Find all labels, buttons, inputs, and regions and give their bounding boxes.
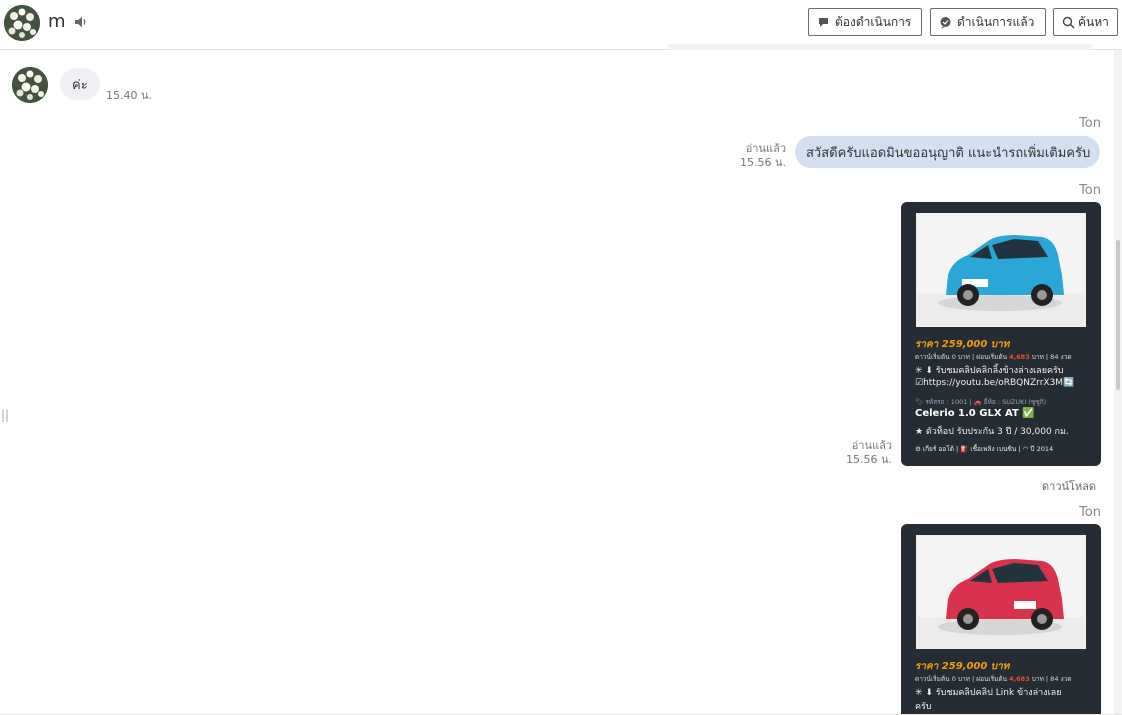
read-status: อ่านแล้ว [851, 439, 892, 452]
scrollbar[interactable] [1114, 50, 1122, 715]
message-status: อ่านแล้ว 15.56 น. [840, 439, 892, 467]
contact-avatar[interactable] [4, 5, 40, 41]
car-photo[interactable] [916, 213, 1086, 327]
car-model: Celerio 1.0 GLX AT ✅ [915, 408, 1035, 419]
clip-text: ✳ ⬇ รับชมคลิปคลิกลิ้งข้างล่างเลยครับ [915, 366, 1064, 376]
incoming-message-text: ค่ะ [72, 77, 88, 93]
search-label: ค้นหา [1078, 14, 1109, 29]
car-specs: ⚙ เกียร์ ออโต้ | ⛽ เชื้อเพลิง เบนซิน | ◠… [915, 445, 1054, 453]
price-text: ราคา 259,000 บาท [915, 339, 1010, 350]
warranty-text: ★ ตัวท็อป รับประกัน 3 ปี / 30,000 กม. [915, 427, 1069, 437]
need-action-button[interactable]: ต้องดำเนินการ [808, 8, 922, 36]
finance-text: ดาวน์เริ่มต้น 0 บาท | ผ่อนเริ่มต้น 4,683… [915, 675, 1072, 683]
outgoing-message-text: สวัสดีครับแอดมินขออนุญาติ แนะนำรถเพิ่มเต… [806, 145, 1091, 161]
speaker-icon[interactable] [73, 14, 89, 34]
car-ad-card[interactable]: ราคา 259,000 บาท ดาวน์เริ่มต้น 0 บาท | ผ… [901, 202, 1101, 466]
finance-text: ดาวน์เริ่มต้น 0 บาท | ผ่อนเริ่มต้น 4,683… [915, 353, 1072, 361]
sender-name: Ton [1079, 183, 1101, 198]
car-photo[interactable] [916, 535, 1086, 649]
car-meta: 🏷 รหัสรถ : 1001 | 🚗 ยี่ห้อ : SUZUKI (ซูซ… [915, 398, 1047, 406]
clip-text: ✳ ⬇ รับชมคลิปคลิป Link ข้างล่างเลย [915, 688, 1062, 698]
sender-avatar[interactable] [12, 67, 48, 103]
search-icon [1062, 16, 1075, 29]
sender-name: Ton [1079, 116, 1101, 131]
sender-name: Ton [1079, 505, 1101, 520]
message-time: 15.56 น. [739, 156, 786, 169]
previous-message-edge [668, 44, 1093, 50]
read-status: อ่านแล้ว [745, 142, 786, 155]
outgoing-message-bubble[interactable]: สวัสดีครับแอดมินขออนุญาติ แนะนำรถเพิ่มเต… [795, 136, 1100, 168]
resize-handle[interactable]: || [1, 408, 9, 422]
done-label: ดำเนินการแล้ว [957, 14, 1035, 29]
need-action-label: ต้องดำเนินการ [835, 14, 912, 29]
message-status: อ่านแล้ว 15.56 น. [735, 142, 786, 170]
done-button[interactable]: ดำเนินการแล้ว [930, 8, 1046, 36]
price-text: ราคา 259,000 บาท [915, 661, 1010, 672]
incoming-time: 15.40 น. [106, 89, 153, 102]
download-link[interactable]: ดาวน์โหลด [1042, 477, 1096, 495]
search-button[interactable]: ค้นหา [1053, 8, 1118, 36]
chat-check-icon [940, 16, 951, 28]
incoming-message-bubble[interactable]: ค่ะ [60, 68, 100, 100]
message-time: 15.56 น. [845, 453, 892, 466]
car-ad-card[interactable]: ราคา 259,000 บาท ดาวน์เริ่มต้น 0 บาท | ผ… [901, 524, 1101, 715]
scrollbar-thumb[interactable] [1116, 240, 1120, 390]
chat-header: m ต้องดำเนินการ ดำเนินการแล้ว ค้นหา [0, 0, 1122, 50]
contact-name: m [48, 11, 66, 32]
chat-bubble-icon [819, 17, 828, 27]
youtube-link[interactable]: ☑https://youtu.be/oRBQNZrrX3M🔄 [915, 378, 1074, 388]
clip-text-continued: ครับ [915, 702, 932, 712]
